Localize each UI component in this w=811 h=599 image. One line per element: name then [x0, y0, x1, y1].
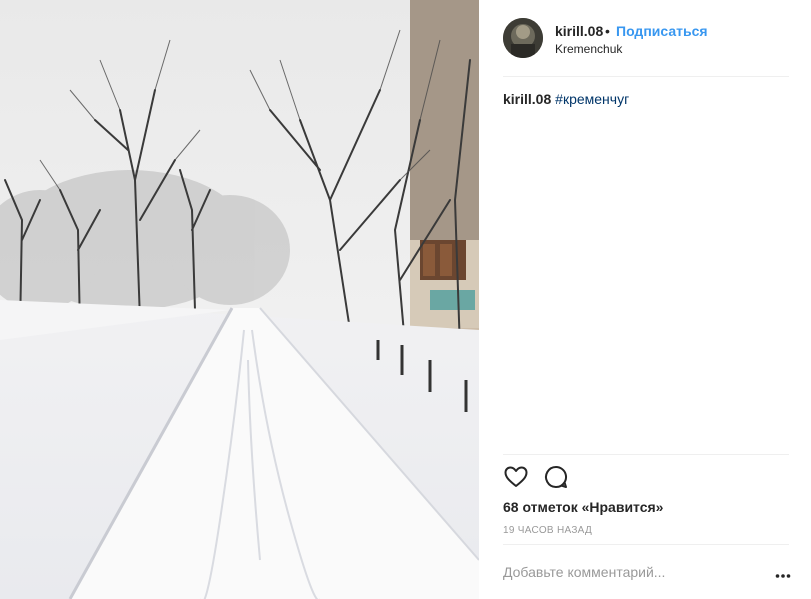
caption-hashtag[interactable]: #кременчуг	[555, 91, 629, 107]
post-sidebar: kirill.08 • Подписаться Kremenchuk kiril…	[479, 0, 811, 599]
speech-bubble-icon[interactable]	[543, 464, 569, 490]
post-container: kirill.08 • Подписаться Kremenchuk kiril…	[0, 0, 811, 599]
heart-outline-icon[interactable]	[503, 464, 529, 490]
post-photo[interactable]	[0, 0, 479, 599]
snowy-path-image	[0, 0, 479, 599]
comment-divider	[503, 544, 789, 545]
follow-button[interactable]: Подписаться	[616, 23, 708, 39]
post-timestamp[interactable]: 19 ЧАСОВ НАЗАД	[503, 525, 592, 536]
likes-count[interactable]: 68 отметок «Нравится»	[503, 499, 663, 515]
ellipsis-icon[interactable]	[775, 566, 791, 578]
caption-username[interactable]: kirill.08	[503, 91, 551, 107]
post-header: kirill.08 • Подписаться Kremenchuk	[479, 0, 811, 77]
header-separator: •	[605, 23, 610, 39]
avatar[interactable]	[503, 18, 543, 58]
actions-divider	[503, 454, 789, 455]
avatar-image	[503, 18, 543, 58]
comment-input[interactable]	[503, 564, 763, 580]
post-location[interactable]: Kremenchuk	[555, 42, 622, 56]
post-author-username[interactable]: kirill.08	[555, 23, 603, 39]
header-divider	[503, 76, 789, 77]
post-actions	[503, 464, 583, 490]
post-caption: kirill.08 #кременчуг	[503, 91, 629, 107]
